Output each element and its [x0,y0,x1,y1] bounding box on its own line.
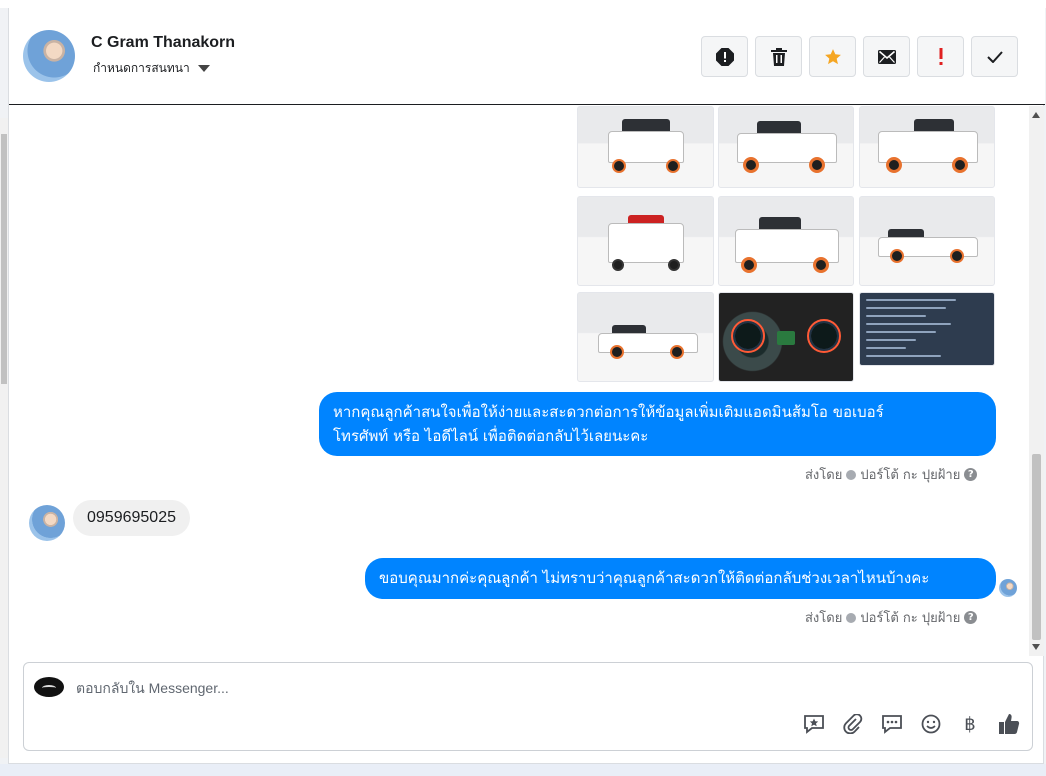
page-logo-icon [34,677,64,697]
message-line-1: หากคุณลูกค้าสนใจเพื่อให้ง่ายและสะดวกต่อก… [333,403,884,421]
photo-info-card[interactable] [859,292,995,366]
contact-name[interactable]: C Gram Thanakorn [91,34,235,52]
caret-down-icon [197,65,210,72]
sent-by-name: ปอร์โต้ กะ ปุยฝ้าย [860,611,961,626]
scroll-up-arrow-icon[interactable] [1032,112,1040,118]
reply-composer: ฿ [23,662,1033,751]
photo-truck-front-angle[interactable] [718,106,854,188]
bottom-strip [0,764,1046,776]
star-icon [824,48,841,64]
verified-icon [846,612,857,623]
baht-icon[interactable]: ฿ [959,713,981,735]
composer-tools: ฿ [803,713,1020,735]
spam-button[interactable] [701,36,748,77]
envelope-icon [877,49,896,64]
photo-dashboard[interactable] [718,292,854,382]
seen-avatar [999,579,1017,597]
left-scrollbar-thumb[interactable] [1,134,7,384]
octagon-alert-icon [715,47,734,66]
attachment-icon[interactable] [842,713,864,735]
saved-reply-icon[interactable] [803,713,825,735]
trash-icon [770,47,787,66]
photo-truck-rear-angle[interactable] [859,106,995,188]
gauge-left [731,319,765,353]
sent-by-prefix: ส่งโดย [805,468,843,483]
delete-button[interactable] [755,36,802,77]
contact-avatar[interactable] [23,30,75,82]
emoji-icon[interactable] [920,713,942,735]
message-outgoing-2[interactable]: ขอบคุณมากค่ะคุณลูกค้า ไม่ทราบว่าคุณลูกค้… [365,558,996,599]
conversation-settings-dropdown[interactable]: กำหนดการสนทนา [93,59,210,78]
check-icon [986,50,1003,63]
conversation-settings-label: กำหนดการสนทนา [93,61,190,75]
gauge-right [807,319,841,353]
photo-truck-front[interactable] [577,106,714,188]
sent-by-info-2: ส่งโดย ปอร์โต้ กะ ปุยฝ้าย ? [805,607,978,628]
photo-truck-side-2[interactable] [577,292,714,382]
exclamation-icon [939,47,942,65]
messages-scrollbar[interactable] [1029,106,1044,656]
mark-unread-button[interactable] [863,36,910,77]
done-button[interactable] [971,36,1018,77]
help-icon[interactable]: ? [964,468,978,481]
message-outgoing-1[interactable]: หากคุณลูกค้าสนใจเพื่อให้ง่ายและสะดวกต่อก… [319,392,996,456]
sent-by-prefix: ส่งโดย [805,611,843,626]
thumbs-up-icon[interactable] [998,713,1020,735]
photo-truck-rear-angle-2[interactable] [718,196,854,286]
follow-up-button[interactable] [917,36,964,77]
reply-input[interactable] [76,678,976,698]
verified-icon [846,469,857,480]
sent-by-name: ปอร์โต้ กะ ปุยฝ้าย [860,468,961,483]
message-line-2: โทรศัพท์ หรือ ไอดีไลน์ เพื่อติดต่อกลับไว… [333,427,649,445]
scroll-down-arrow-icon[interactable] [1032,644,1040,650]
contact-avatar-small[interactable] [29,505,65,541]
chat-bubble-icon[interactable] [881,713,903,735]
messages-scrollbar-thumb[interactable] [1032,454,1041,640]
conversation-panel: C Gram Thanakorn กำหนดการสนทนา หากคุณลูก… [8,8,1045,764]
star-button[interactable] [809,36,856,77]
left-scrollbar[interactable] [0,118,8,758]
help-icon[interactable]: ? [964,611,978,624]
photo-truck-side[interactable] [859,196,995,286]
conversation-header: C Gram Thanakorn กำหนดการสนทนา [9,8,1045,105]
header-actions [701,36,1018,77]
photo-truck-rear[interactable] [577,196,714,286]
message-incoming-1[interactable]: 0959695025 [73,500,190,536]
page: C Gram Thanakorn กำหนดการสนทนา หากคุณลูก… [0,0,1046,776]
top-strip [0,0,1046,8]
sent-by-info-1: ส่งโดย ปอร์โต้ กะ ปุยฝ้าย ? [805,464,978,485]
